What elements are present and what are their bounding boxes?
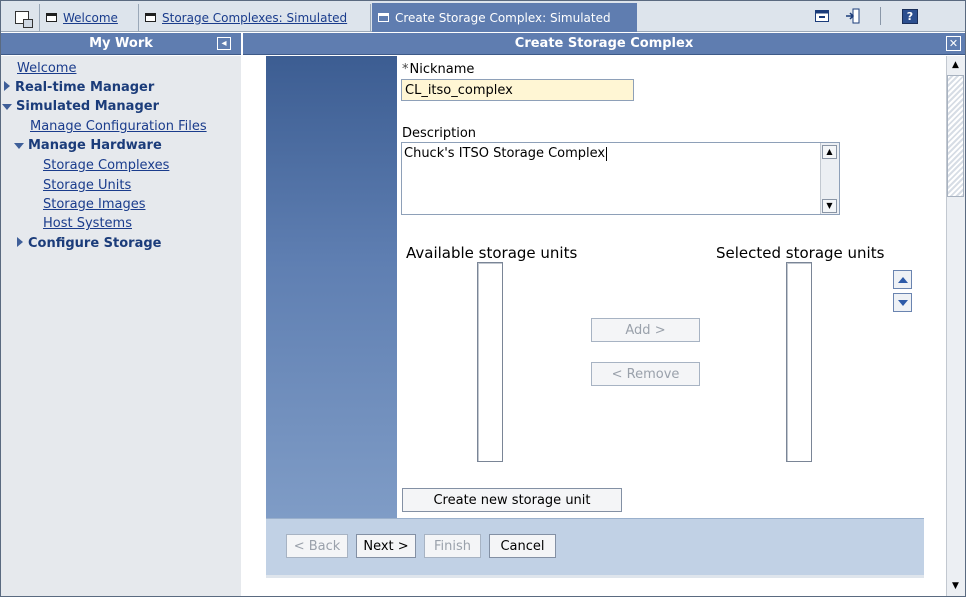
window-icon bbox=[378, 13, 389, 22]
nav-link-storage-complexes[interactable]: Storage Complexes bbox=[43, 158, 169, 173]
tab-bar: Welcome Storage Complexes: Simulated Cre… bbox=[1, 1, 965, 32]
tab-storage-complexes-link[interactable]: Storage Complexes: Simulated bbox=[162, 11, 347, 25]
nav-label-configure-storage: Configure Storage bbox=[28, 236, 162, 251]
wizard-footer-shadow bbox=[266, 575, 924, 578]
selected-units-label: Selected storage units bbox=[716, 244, 885, 262]
arrow-down-icon bbox=[897, 299, 908, 306]
window-icon bbox=[145, 13, 156, 22]
help-icon[interactable]: ? bbox=[901, 7, 919, 25]
nav-label-simulated: Simulated Manager bbox=[16, 99, 159, 114]
scroll-up-icon[interactable]: ▲ bbox=[822, 145, 837, 159]
create-storage-unit-button[interactable]: Create new storage unit bbox=[402, 488, 622, 512]
add-button[interactable]: Add > bbox=[591, 318, 700, 342]
collapse-icon[interactable] bbox=[2, 103, 12, 110]
toolbar-divider bbox=[880, 7, 881, 25]
app-windows-icon bbox=[15, 11, 33, 28]
nickname-input[interactable] bbox=[401, 79, 634, 101]
my-work-header: My Work ◂ bbox=[1, 33, 241, 55]
collapse-icon[interactable] bbox=[14, 142, 24, 149]
scroll-down-icon[interactable]: ▼ bbox=[947, 578, 964, 595]
page-title-bar: Create Storage Complex ✕ bbox=[243, 33, 965, 55]
cancel-button[interactable]: Cancel bbox=[489, 534, 556, 558]
next-button[interactable]: Next > bbox=[356, 534, 416, 558]
scroll-up-icon[interactable]: ▲ bbox=[947, 57, 964, 74]
app-switcher[interactable] bbox=[5, 4, 40, 31]
nav-item-storage-units[interactable]: Storage Units bbox=[43, 178, 131, 193]
tab-create-storage-complex-label: Create Storage Complex: Simulated bbox=[395, 10, 611, 25]
arrow-up-icon bbox=[897, 276, 908, 283]
nav-link-welcome[interactable]: Welcome bbox=[17, 61, 76, 76]
nav-link-storage-images[interactable]: Storage Images bbox=[43, 197, 145, 212]
nav-item-manage-configuration-files[interactable]: Manage Configuration Files bbox=[30, 119, 207, 134]
minimize-window-icon[interactable] bbox=[813, 7, 831, 25]
nav-link-storage-units[interactable]: Storage Units bbox=[43, 178, 131, 193]
nav-item-simulated-manager[interactable]: Simulated Manager bbox=[2, 99, 159, 114]
nav-label-manage-hardware: Manage Hardware bbox=[28, 138, 162, 153]
tab-storage-complexes[interactable]: Storage Complexes: Simulated bbox=[139, 4, 371, 31]
nav-link-manage-config[interactable]: Manage Configuration Files bbox=[30, 119, 207, 134]
nav-item-storage-complexes[interactable]: Storage Complexes bbox=[43, 158, 169, 173]
back-button[interactable]: < Back bbox=[286, 534, 348, 558]
nav-item-storage-images[interactable]: Storage Images bbox=[43, 197, 145, 212]
finish-button[interactable]: Finish bbox=[424, 534, 481, 558]
tab-create-storage-complex[interactable]: Create Storage Complex: Simulated bbox=[372, 3, 637, 32]
scrollbar-thumb[interactable] bbox=[947, 75, 964, 197]
required-marker: * bbox=[402, 62, 409, 77]
available-units-label: Available storage units bbox=[406, 244, 578, 262]
nav-link-host-systems[interactable]: Host Systems bbox=[43, 216, 132, 231]
tab-welcome-link[interactable]: Welcome bbox=[63, 11, 118, 25]
remove-button[interactable]: < Remove bbox=[591, 362, 700, 386]
collapse-panel-icon[interactable]: ◂ bbox=[217, 37, 231, 50]
expand-icon[interactable] bbox=[4, 81, 10, 91]
description-text: Chuck's ITSO Storage Complex bbox=[404, 146, 606, 161]
wizard-side-panel bbox=[266, 56, 397, 518]
nav-item-realtime-manager[interactable]: Real-time Manager bbox=[4, 80, 154, 95]
move-down-button[interactable] bbox=[893, 293, 912, 312]
page-title: Create Storage Complex bbox=[514, 36, 694, 51]
nickname-label-text: Nickname bbox=[409, 62, 475, 77]
nickname-label: *Nickname bbox=[402, 62, 474, 77]
window-icon bbox=[46, 13, 57, 22]
text-caret bbox=[606, 146, 608, 161]
description-textarea[interactable]: Chuck's ITSO Storage Complex bbox=[401, 142, 840, 215]
close-icon[interactable]: ✕ bbox=[946, 36, 961, 51]
nav-item-configure-storage[interactable]: Configure Storage bbox=[17, 236, 162, 251]
nav-label-realtime: Real-time Manager bbox=[15, 80, 155, 95]
move-up-button[interactable] bbox=[893, 270, 912, 289]
help-label: ? bbox=[902, 8, 918, 24]
navigation-tree bbox=[1, 56, 241, 596]
logout-icon[interactable] bbox=[844, 7, 862, 25]
my-work-title: My Work bbox=[89, 36, 153, 51]
expand-icon[interactable] bbox=[17, 237, 23, 247]
nav-item-host-systems[interactable]: Host Systems bbox=[43, 216, 132, 231]
tab-welcome[interactable]: Welcome bbox=[40, 4, 139, 31]
available-units-list[interactable] bbox=[477, 262, 503, 462]
nav-item-welcome[interactable]: Welcome bbox=[17, 61, 76, 76]
selected-units-list[interactable] bbox=[786, 262, 812, 462]
nav-item-manage-hardware[interactable]: Manage Hardware bbox=[14, 138, 162, 153]
description-label: Description bbox=[402, 126, 477, 141]
scroll-down-icon[interactable]: ▼ bbox=[822, 199, 837, 213]
